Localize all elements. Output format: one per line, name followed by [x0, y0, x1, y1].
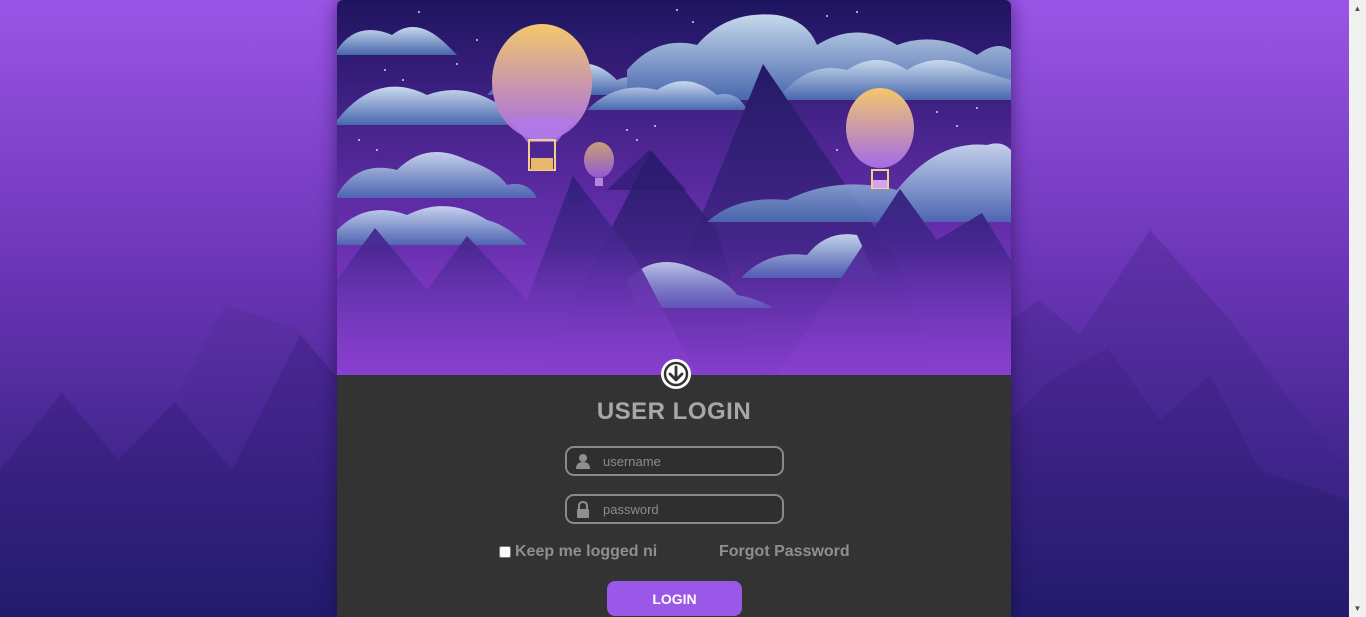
- arrow-down-circle-icon[interactable]: [661, 359, 691, 389]
- user-icon: [575, 453, 591, 470]
- hero-illustration: [337, 0, 1011, 375]
- forgot-password-link[interactable]: Forgot Password: [719, 543, 850, 561]
- login-card: [337, 0, 1011, 617]
- vertical-scrollbar[interactable]: ▲ ▼: [1349, 0, 1366, 617]
- username-input[interactable]: [603, 448, 773, 474]
- password-field[interactable]: [565, 494, 784, 524]
- lock-icon: [575, 500, 591, 518]
- username-field[interactable]: [565, 446, 784, 476]
- login-button[interactable]: LOGIN: [607, 581, 742, 616]
- remember-checkbox[interactable]: [499, 546, 511, 558]
- scroll-down-icon[interactable]: ▼: [1349, 600, 1366, 617]
- password-input[interactable]: [603, 496, 773, 522]
- remember-label: Keep me logged ni: [515, 543, 658, 560]
- scroll-up-icon[interactable]: ▲: [1349, 0, 1366, 17]
- page-title: USER LOGIN: [596, 398, 752, 425]
- remember-me[interactable]: Keep me logged ni: [499, 543, 657, 561]
